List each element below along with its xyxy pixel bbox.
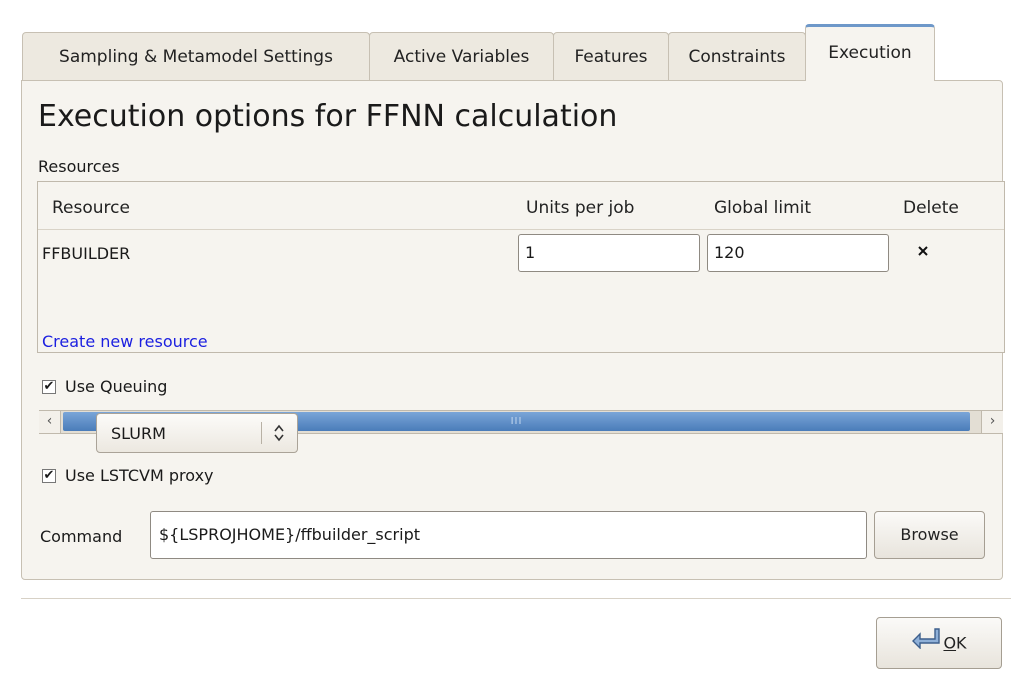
global-limit-input[interactable]: 120	[707, 234, 889, 272]
browse-button[interactable]: Browse	[874, 511, 985, 559]
resources-label: Resources	[38, 157, 120, 176]
scroll-left-button[interactable]: ‹	[39, 411, 61, 433]
ok-mnemonic: O	[943, 633, 957, 653]
ok-label: K	[956, 633, 967, 653]
column-header-resource[interactable]: Resource	[52, 198, 130, 218]
queue-system-value: SLURM	[111, 424, 166, 443]
column-header-delete[interactable]: Delete	[903, 198, 959, 218]
units-per-job-input[interactable]: 1	[518, 234, 700, 272]
tab-features[interactable]: Features	[553, 32, 669, 80]
header-divider	[38, 229, 1004, 230]
column-header-units-per-job[interactable]: Units per job	[526, 198, 634, 218]
ok-arrow-icon	[911, 619, 941, 669]
use-queuing-label[interactable]: Use Queuing	[65, 377, 167, 396]
use-proxy-label[interactable]: Use LSTCVM proxy	[65, 466, 214, 485]
use-queuing-checkbox[interactable]: ✔	[42, 380, 56, 394]
queue-system-select[interactable]: SLURM	[96, 413, 298, 453]
tab-constraints[interactable]: Constraints	[668, 32, 806, 80]
tab-sampling-metamodel-settings[interactable]: Sampling & Metamodel Settings	[22, 32, 370, 80]
ok-button[interactable]: OK	[876, 617, 1002, 669]
command-input[interactable]: ${LSPROJHOME}/ffbuilder_script	[150, 511, 867, 559]
use-proxy-checkbox[interactable]: ✔	[42, 469, 56, 483]
column-header-global-limit[interactable]: Global limit	[714, 198, 811, 218]
tab-active-variables[interactable]: Active Variables	[369, 32, 554, 80]
up-down-arrows-icon	[271, 422, 287, 443]
execution-panel: Execution options for FFNN calculation R…	[21, 80, 1005, 580]
create-new-resource-link[interactable]: Create new resource	[42, 332, 208, 351]
scroll-right-button[interactable]: ›	[981, 411, 1003, 433]
tab-execution[interactable]: Execution	[805, 24, 935, 81]
page-title: Execution options for FFNN calculation	[38, 99, 618, 134]
resources-table: Resource Units per job Global limit Dele…	[37, 181, 1005, 434]
resource-name-cell: FFBUILDER	[42, 244, 131, 263]
combo-divider	[261, 422, 262, 444]
command-label: Command	[40, 527, 123, 546]
dialog-separator	[21, 598, 1011, 599]
delete-resource-icon[interactable]	[918, 240, 928, 256]
